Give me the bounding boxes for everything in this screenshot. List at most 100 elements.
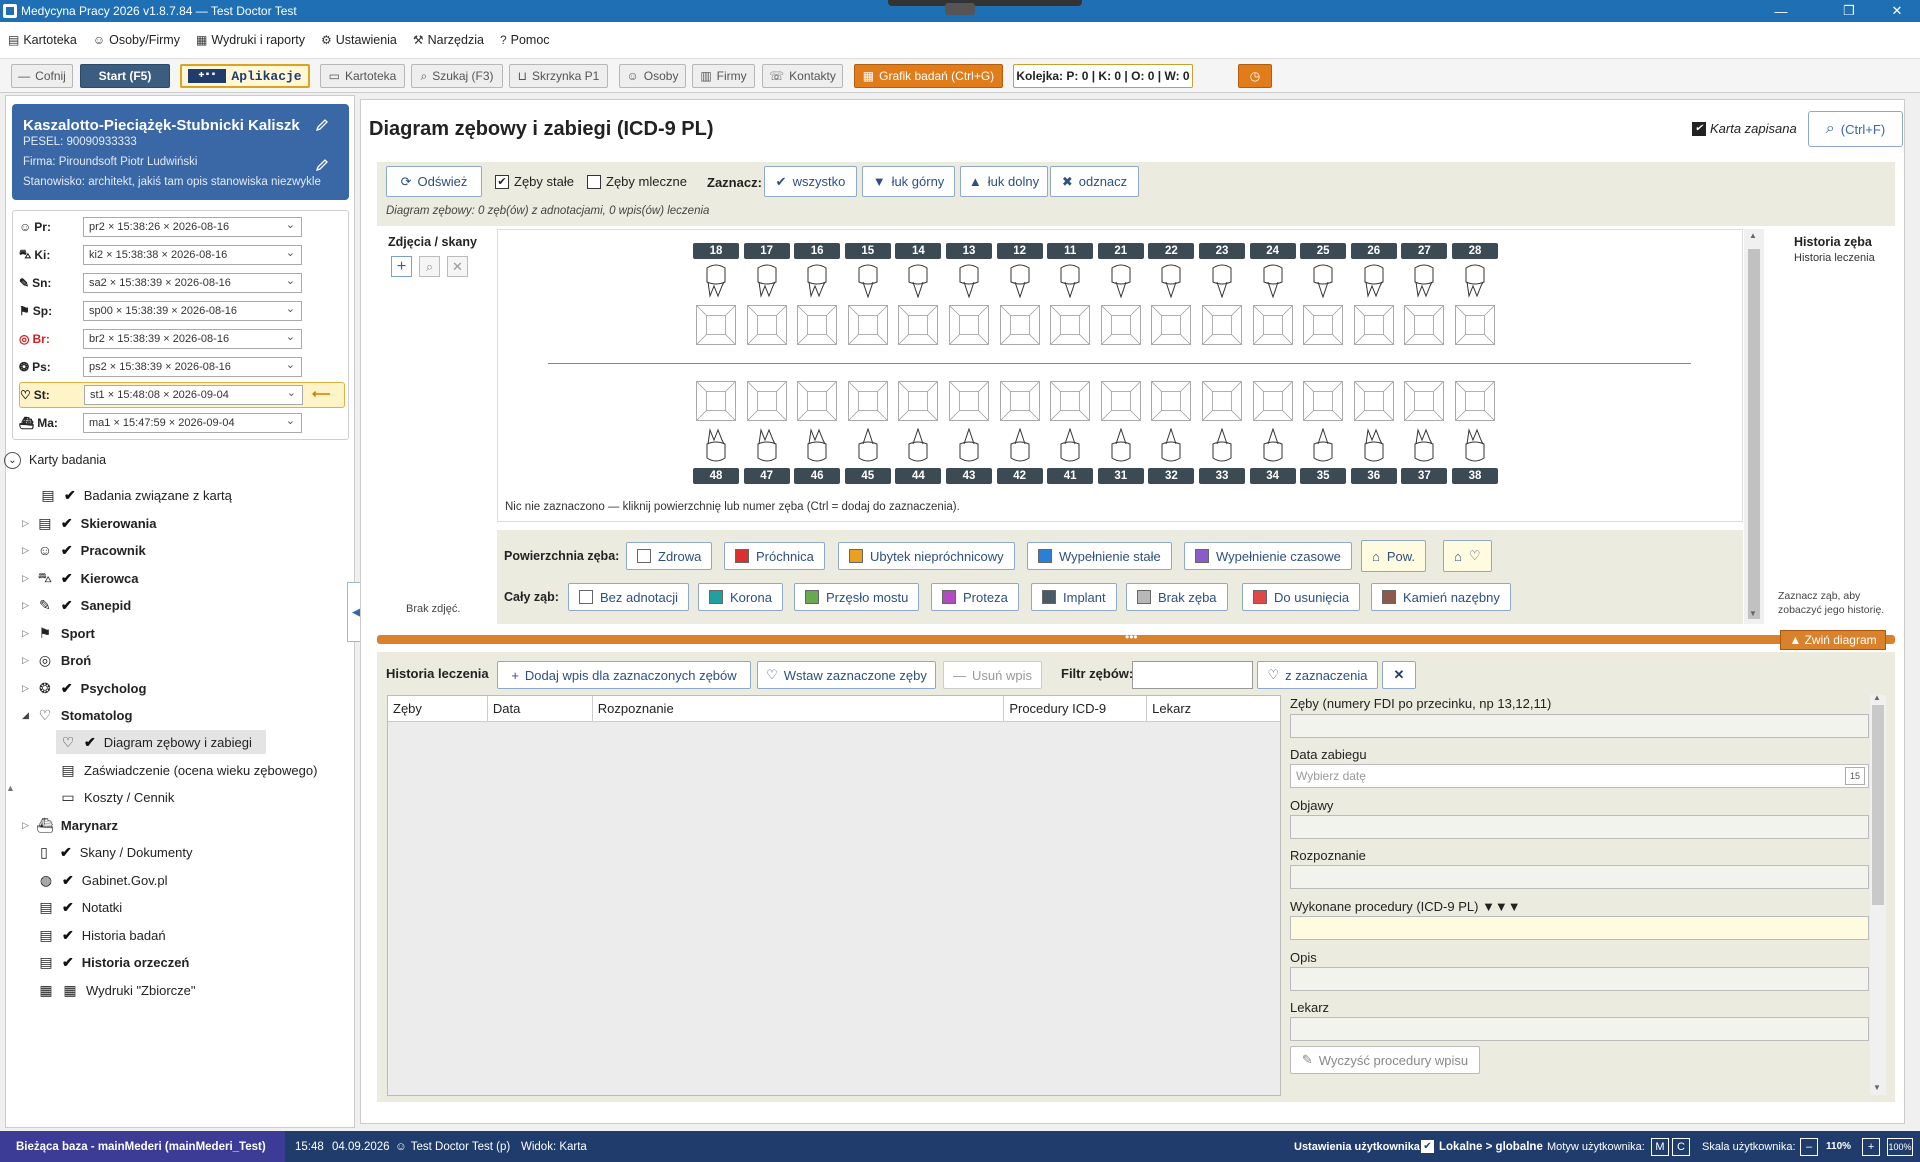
tooth-shape-18[interactable] [702, 264, 730, 298]
queue-status[interactable]: Kolejka: P: 0 | K: 0 | O: 0 | W: 0 [1013, 64, 1193, 88]
theme-m-button[interactable]: M [1651, 1137, 1669, 1156]
surface-pow-button[interactable]: ⌂ Pow. [1361, 540, 1427, 572]
tooth-surface-24[interactable] [1252, 305, 1293, 345]
expand-arrow-icon[interactable]: ▷ [22, 820, 29, 831]
tree-item-notatki[interactable]: ▤ ✔ Notatki [38, 895, 122, 919]
tooth-number-21[interactable]: 21 [1097, 243, 1144, 259]
clock-button[interactable]: ◷ [1238, 64, 1272, 88]
tooth-surface-46[interactable] [797, 381, 838, 421]
tooth-shape-45[interactable] [854, 427, 882, 462]
scroll-up-arrow-icon[interactable]: ▲ [6, 783, 15, 793]
permanent-teeth-checkbox[interactable]: ✔ Zęby stałe [495, 174, 574, 189]
description-input[interactable] [1290, 967, 1869, 991]
tooth-shape-23[interactable] [1208, 264, 1236, 299]
whole-bridge-button[interactable]: Przęsło mostu [794, 583, 920, 611]
scale-minus-button[interactable]: – [1800, 1137, 1818, 1156]
checkbox-checked[interactable]: ✔ [495, 174, 509, 189]
tooth-number-15[interactable]: 15 [844, 243, 891, 259]
tooth-shape-46[interactable] [803, 428, 831, 462]
minimize-button[interactable]: — [1758, 0, 1804, 22]
unmark-button[interactable]: ✖ odznacz [1050, 166, 1139, 197]
tooth-shape-28[interactable] [1461, 264, 1489, 298]
visit-select-sn[interactable]: sa2 × 15:38:39 × 2026-08-16 [83, 273, 302, 293]
tooth-shape-11[interactable] [1056, 264, 1084, 299]
tooth-surface-38[interactable] [1455, 381, 1495, 421]
search-card-button[interactable]: ⌕ (Ctrl+F) [1808, 111, 1903, 147]
whole-missing-button[interactable]: Brak zęba [1126, 583, 1228, 611]
tooth-number-31[interactable]: 31 [1097, 468, 1144, 484]
column-header[interactable]: Rozpoznanie [593, 696, 1005, 721]
menu-wydruki[interactable]: ▦ Wydruki i raporty [188, 22, 313, 59]
tooth-number-38[interactable]: 38 [1452, 468, 1498, 484]
edit-patient-icon[interactable] [315, 118, 329, 132]
tree-item-koszty[interactable]: ▭ Koszty / Cennik [60, 785, 174, 809]
scroll-down-icon[interactable]: ▼ [1749, 609, 1757, 618]
maximize-button[interactable]: ❐ [1826, 0, 1872, 22]
tree-item-pracownik[interactable]: ▷ ☺ ✔ Pracownik [22, 538, 146, 562]
tooth-number-17[interactable]: 17 [743, 243, 790, 259]
tooth-surface-27[interactable] [1404, 305, 1445, 345]
filter-selection-button[interactable]: ♡ z zaznaczenia [1257, 661, 1378, 689]
scale-reset-button[interactable]: 100% [1887, 1137, 1914, 1156]
edit-company-icon[interactable] [315, 158, 329, 172]
inbox-button[interactable]: ⊔ Skrzynka P1 [509, 64, 608, 88]
tooth-surface-15[interactable] [847, 305, 888, 345]
tooth-surface-36[interactable] [1353, 381, 1394, 421]
expand-arrow-icon[interactable]: ▷ [22, 655, 29, 666]
tooth-surface-17[interactable] [746, 305, 787, 345]
collapse-arrow-icon[interactable]: ◢ [22, 710, 29, 721]
tree-item-skany[interactable]: ▯ ✔ Skany / Dokumenty [36, 840, 192, 864]
expand-arrow-icon[interactable]: ▷ [22, 518, 29, 529]
tooth-shape-27[interactable] [1410, 264, 1438, 298]
milk-teeth-checkbox[interactable]: Zęby mleczne [587, 174, 687, 189]
tooth-number-24[interactable]: 24 [1249, 243, 1296, 259]
surface-temporary-filling-button[interactable]: Wypełnienie czasowe [1184, 542, 1352, 570]
tooth-surface-45[interactable] [847, 381, 888, 421]
tooth-number-46[interactable]: 46 [794, 468, 841, 484]
tooth-number-41[interactable]: 41 [1047, 468, 1094, 484]
tooth-shape-25[interactable] [1309, 264, 1337, 299]
scroll-up-icon[interactable]: ▲ [1749, 231, 1757, 240]
tooth-number-47[interactable]: 47 [743, 468, 790, 484]
tooth-surface-42[interactable] [999, 381, 1040, 421]
tree-item-historia-badan[interactable]: ▤ ✔ Historia badań [38, 923, 165, 947]
mark-lower-button[interactable]: ▲ łuk dolny [960, 166, 1048, 197]
form-scrollbar[interactable]: ▲ ▼ [1870, 693, 1886, 1095]
menu-kartoteka[interactable]: ▤ Kartoteka [0, 22, 85, 59]
kartoteka-button[interactable]: ▭ Kartoteka [320, 64, 405, 88]
tree-item-badania[interactable]: ▤ ✔ Badania związane z kartą [40, 483, 232, 507]
tooth-number-48[interactable]: 48 [693, 468, 739, 484]
scroll-up-icon[interactable]: ▲ [1873, 693, 1881, 702]
tooth-surface-16[interactable] [797, 305, 838, 345]
tree-item-sanepid[interactable]: ▷ ✎ ✔ Sanepid [22, 593, 131, 617]
tooth-shape-26[interactable] [1360, 264, 1388, 298]
arrow-left-icon[interactable]: ⟵ [312, 386, 331, 402]
diagram-scrollbar[interactable]: ▲ ▼ [1744, 229, 1764, 624]
tooth-surface-31[interactable] [1100, 381, 1141, 421]
tooth-surface-23[interactable] [1202, 305, 1242, 345]
contacts-button[interactable]: ☏ Kontakty [762, 64, 843, 88]
column-header[interactable]: Lekarz [1147, 696, 1280, 721]
surface-caries-button[interactable]: Próchnica [724, 542, 825, 570]
tooth-surface-47[interactable] [746, 381, 787, 421]
tooth-shape-17[interactable] [753, 264, 781, 298]
clear-procedures-button[interactable]: ✎ Wyczyść procedury wpisu [1290, 1046, 1480, 1074]
menu-pomoc[interactable]: ? Pomoc [492, 22, 558, 59]
tooth-shape-15[interactable] [854, 264, 882, 299]
tooth-shape-34[interactable] [1259, 427, 1287, 462]
tooth-number-18[interactable]: 18 [693, 243, 739, 259]
tree-item-zaswiadczenie[interactable]: ▤ Zaświadczenie (ocena wieku zębowego) [60, 758, 317, 782]
whole-none-button[interactable]: Bez adnotacji [568, 583, 690, 611]
tree-item-sport[interactable]: ▷ ⚑ Sport [22, 621, 95, 645]
back-button[interactable]: — Cofnij [11, 64, 73, 88]
visit-select-st[interactable]: st1 × 15:48:08 × 2026-09-04 [84, 385, 303, 405]
tree-item-diagram[interactable]: ♡ ✔ Diagram zębowy i zabiegi [56, 730, 266, 754]
tooth-shape-13[interactable] [955, 264, 983, 299]
drag-handle[interactable] [888, 0, 1082, 6]
mark-upper-button[interactable]: ▼ łuk górny [862, 166, 955, 197]
surface-permanent-filling-button[interactable]: Wypełnienie stałe [1027, 542, 1172, 570]
tooth-shape-24[interactable] [1259, 264, 1287, 299]
tooth-surface-33[interactable] [1202, 381, 1242, 421]
start-button[interactable]: Start (F5) [80, 64, 170, 88]
tooth-number-23[interactable]: 23 [1199, 243, 1245, 259]
